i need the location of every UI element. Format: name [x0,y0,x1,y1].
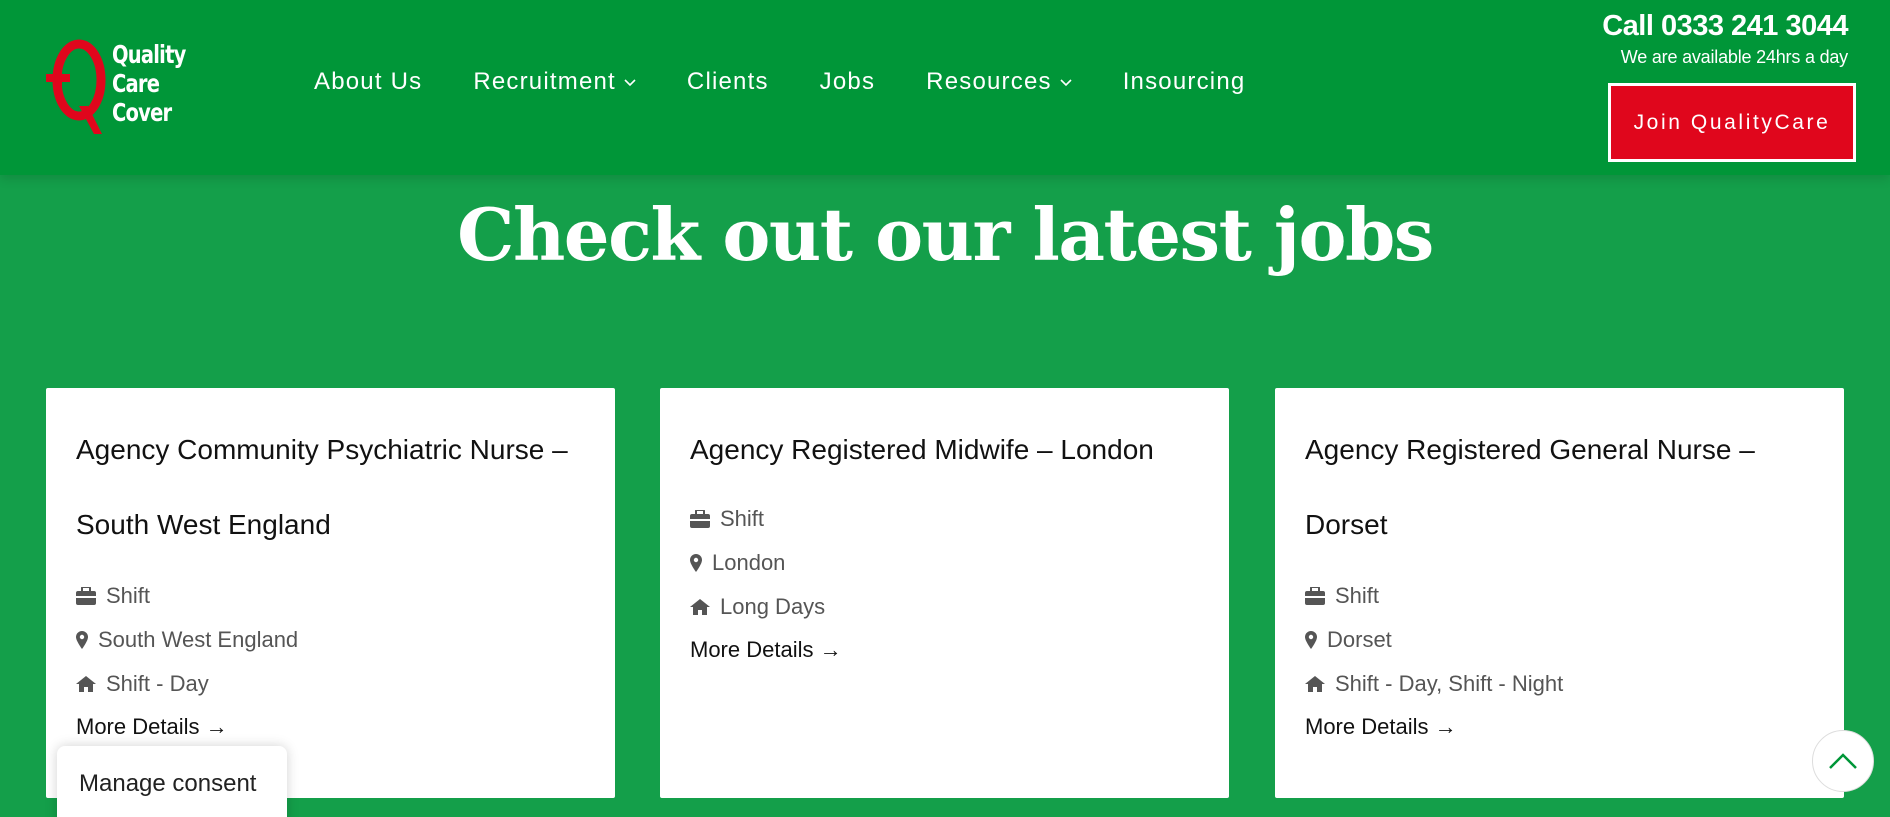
job-meta: Shift London Long Days [690,497,1199,629]
job-shift: Long Days [690,585,1199,629]
job-type: Shift [690,497,1199,541]
logo[interactable]: Quality Care Cover [46,36,196,136]
logo-line-2: Care [112,69,160,98]
job-card: Agency Registered General Nurse – Dorset… [1275,388,1844,798]
job-shift: Shift - Day [76,662,585,706]
nav-item-about-us[interactable]: About Us [314,68,422,96]
phone-number[interactable]: Call 0333 241 3044 [1602,8,1848,44]
job-location-label: South West England [98,627,299,652]
job-location: Dorset [1305,618,1814,662]
job-location: South West England [76,618,585,662]
job-shift-label: Shift - Day, Shift - Night [1335,671,1564,696]
job-location: London [690,541,1199,585]
job-type: Shift [1305,574,1814,618]
job-title[interactable]: Agency Registered Midwife – London [690,412,1199,487]
nav-item-clients[interactable]: Clients [687,68,769,96]
more-details-link[interactable]: More Details → [1305,706,1814,748]
briefcase-icon [690,510,710,528]
job-meta: Shift South West England Shift - Day [76,574,585,706]
chevron-up-icon [1829,753,1857,769]
job-type-label: Shift [720,506,765,531]
job-type-label: Shift [1335,583,1380,608]
nav-item-recruitment[interactable]: Recruitment [473,68,636,96]
job-title[interactable]: Agency Registered General Nurse – Dorset [1305,412,1814,562]
job-meta: Shift Dorset Shift - Day, Shift - Night [1305,574,1814,706]
briefcase-icon [1305,587,1325,605]
job-type-label: Shift [106,583,151,608]
job-type: Shift [76,574,585,618]
main-nav: About Us Recruitment Clients Jobs Resour… [314,68,1245,96]
nav-item-insourcing[interactable]: Insourcing [1123,68,1246,96]
job-shift-label: Shift - Day [106,671,209,696]
briefcase-icon [76,587,96,605]
nav-label: Resources [926,68,1052,95]
contact-block: Call 0333 241 3044 We are available 24hr… [1602,8,1848,70]
nav-label: About Us [314,68,423,95]
nav-label: Insourcing [1122,68,1246,95]
nav-label: Jobs [819,68,876,95]
job-location-label: Dorset [1327,627,1392,652]
nav-label: Recruitment [473,68,616,95]
more-details-link[interactable]: More Details → [76,706,585,748]
logo-line-1: Quality [112,40,186,69]
job-shift: Shift - Day, Shift - Night [1305,662,1814,706]
manage-consent-button[interactable]: Manage consent [57,746,287,817]
logo-q-icon [46,39,106,134]
home-icon [1305,676,1325,692]
job-card: Agency Registered Midwife – London Shift… [660,388,1229,798]
home-icon [76,676,96,692]
nav-item-jobs[interactable]: Jobs [820,68,876,96]
logo-line-3: Cover [112,98,172,127]
scroll-to-top-button[interactable] [1812,730,1874,792]
job-title[interactable]: Agency Community Psychiatric Nurse – Sou… [76,412,585,562]
more-details-link[interactable]: More Details → [690,629,1199,671]
map-pin-icon [1305,631,1317,649]
page-title: Check out our latest jobs [457,192,1434,277]
availability-text: We are available 24hrs a day [1620,47,1848,67]
join-button[interactable]: Join QualityCare [1608,83,1856,162]
chevron-down-icon [624,79,636,87]
job-card: Agency Community Psychiatric Nurse – Sou… [46,388,615,798]
site-header: Quality Care Cover About Us Recruitment … [0,0,1890,175]
nav-item-resources[interactable]: Resources [926,68,1072,96]
logo-wordmark: Quality Care Cover [112,40,186,127]
map-pin-icon [690,554,702,572]
job-location-label: London [712,550,786,575]
job-shift-label: Long Days [720,594,826,619]
map-pin-icon [76,631,88,649]
nav-label: Clients [686,68,769,95]
home-icon [690,599,710,615]
chevron-down-icon [1060,79,1072,87]
